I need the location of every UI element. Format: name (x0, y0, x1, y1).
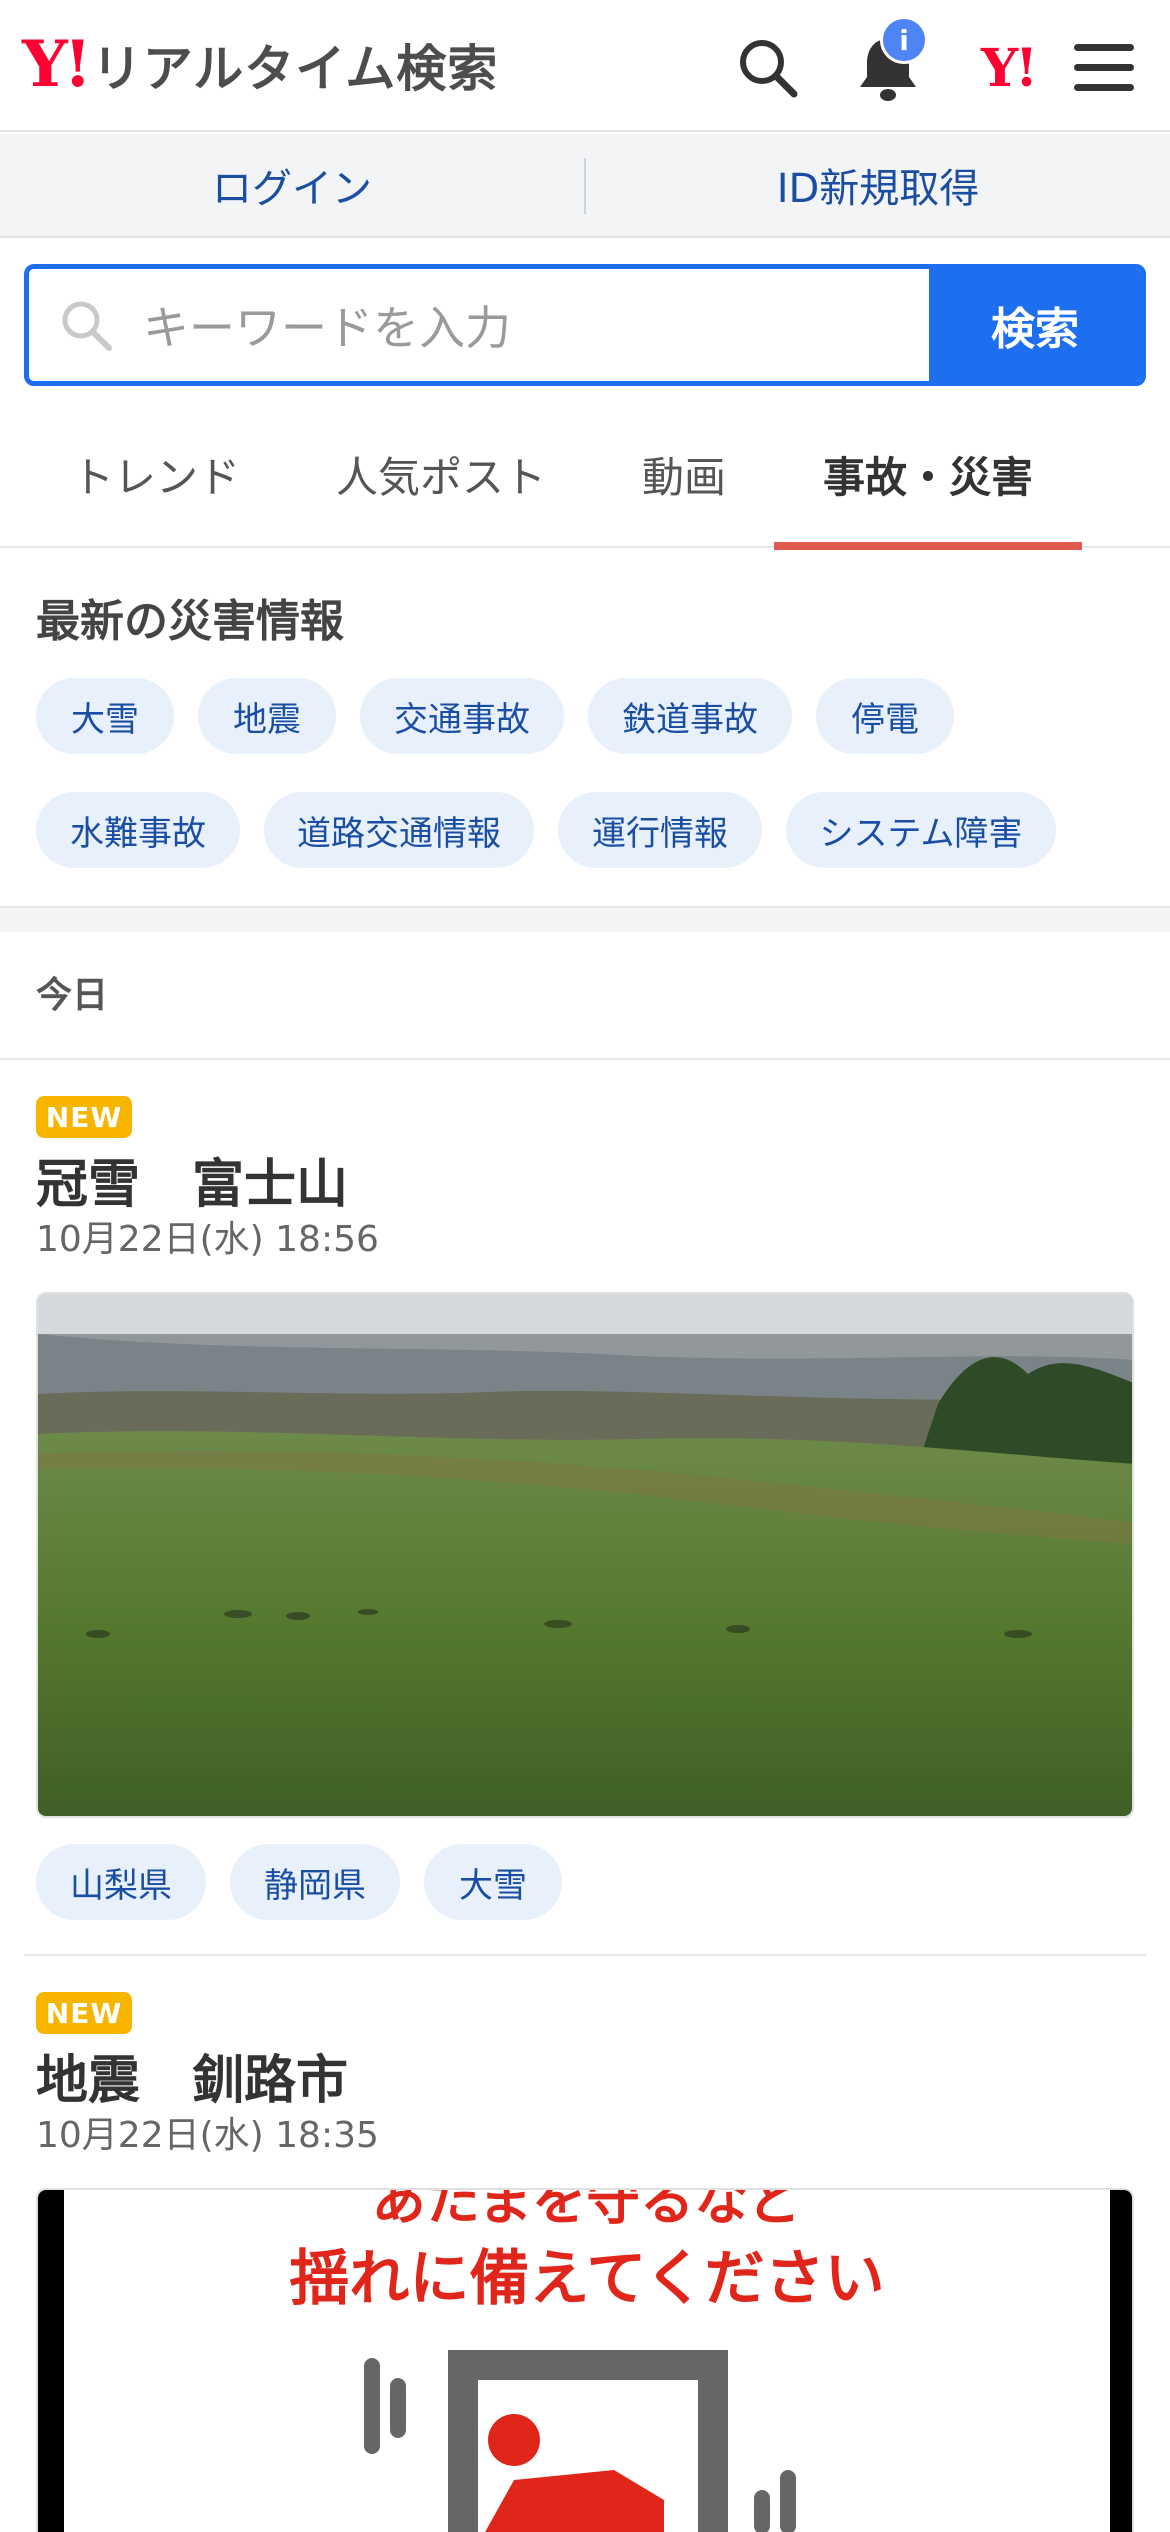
day-label: 今日 (36, 975, 109, 1016)
tag-yamanashi[interactable]: 山梨県 (36, 1844, 206, 1920)
tag-shizuoka[interactable]: 静岡県 (230, 1844, 400, 1920)
alert-text-top: あたまを守るなど (371, 2188, 803, 2232)
signup-link[interactable]: ID新規取得 (586, 134, 1170, 236)
category-tabs: トレンド 人気ポスト 動画 事故・災害 (0, 400, 1170, 550)
tab-popular-posts[interactable]: 人気ポスト (318, 400, 564, 548)
yahoo-logo-mark: Y! (22, 27, 92, 102)
tag-heavy-snow[interactable]: 大雪 (424, 1844, 562, 1920)
earthquake-pictogram-icon (364, 2350, 796, 2532)
disaster-section-title: 最新の災害情報 (36, 596, 344, 647)
article-title[interactable]: 地震 釧路市 (36, 2038, 348, 2113)
tab-accidents-disasters[interactable]: 事故・災害 (774, 400, 1082, 550)
app-header: Y! リアルタイム検索 i Y! (0, 0, 1170, 132)
article-photo-grassland[interactable] (36, 1292, 1134, 1818)
search-icon[interactable] (728, 28, 808, 108)
search-button[interactable]: 検索 (929, 269, 1141, 381)
yahoo-logo-icon[interactable]: Y! (968, 28, 1048, 108)
new-badge: NEW (36, 1096, 132, 1138)
notification-badge: i (880, 16, 928, 64)
article-image-earthquake-alert[interactable]: あたまを守るなど 揺れに備えてください (36, 2188, 1134, 2532)
new-badge: NEW (36, 1992, 132, 2034)
alert-graphic: あたまを守るなど 揺れに備えてください (64, 2190, 1110, 2532)
article-time: 10月22日(水) 18:56 (36, 1219, 379, 1260)
article-time: 10月22日(水) 18:35 (36, 2115, 379, 2156)
chip-road-traffic-info[interactable]: 道路交通情報 (264, 792, 534, 868)
chip-heavy-snow[interactable]: 大雪 (36, 678, 174, 754)
tab-video[interactable]: 動画 (620, 400, 748, 548)
search-field-icon (62, 301, 112, 351)
site-logo[interactable]: Y! リアルタイム検索 (22, 30, 498, 100)
day-divider (0, 1058, 1170, 1060)
article-title[interactable]: 冠雪 富士山 (36, 1142, 348, 1217)
alert-text: 揺れに備えてください (289, 2244, 885, 2314)
section-separator (0, 906, 1170, 932)
search-placeholder: キーワードを入力 (143, 301, 511, 355)
chip-water-accident[interactable]: 水難事故 (36, 792, 240, 868)
chip-power-outage[interactable]: 停電 (816, 678, 954, 754)
chip-service-info[interactable]: 運行情報 (558, 792, 762, 868)
article-divider (24, 1954, 1146, 1956)
tab-trend[interactable]: トレンド (40, 400, 272, 548)
image-letterbox-left (38, 2190, 64, 2532)
notification-bell-icon[interactable]: i (848, 16, 928, 108)
auth-bar: ログイン ID新規取得 (0, 134, 1170, 238)
site-title: リアルタイム検索 (91, 40, 499, 98)
chip-traffic-accident[interactable]: 交通事故 (360, 678, 564, 754)
chip-system-failure[interactable]: システム障害 (786, 792, 1056, 868)
search-input[interactable]: キーワードを入力 (29, 269, 929, 381)
chip-railway-accident[interactable]: 鉄道事故 (588, 678, 792, 754)
search-bar: キーワードを入力 検索 (24, 264, 1146, 386)
login-link[interactable]: ログイン (0, 134, 584, 236)
chip-earthquake[interactable]: 地震 (198, 678, 336, 754)
menu-icon[interactable] (1064, 28, 1144, 108)
